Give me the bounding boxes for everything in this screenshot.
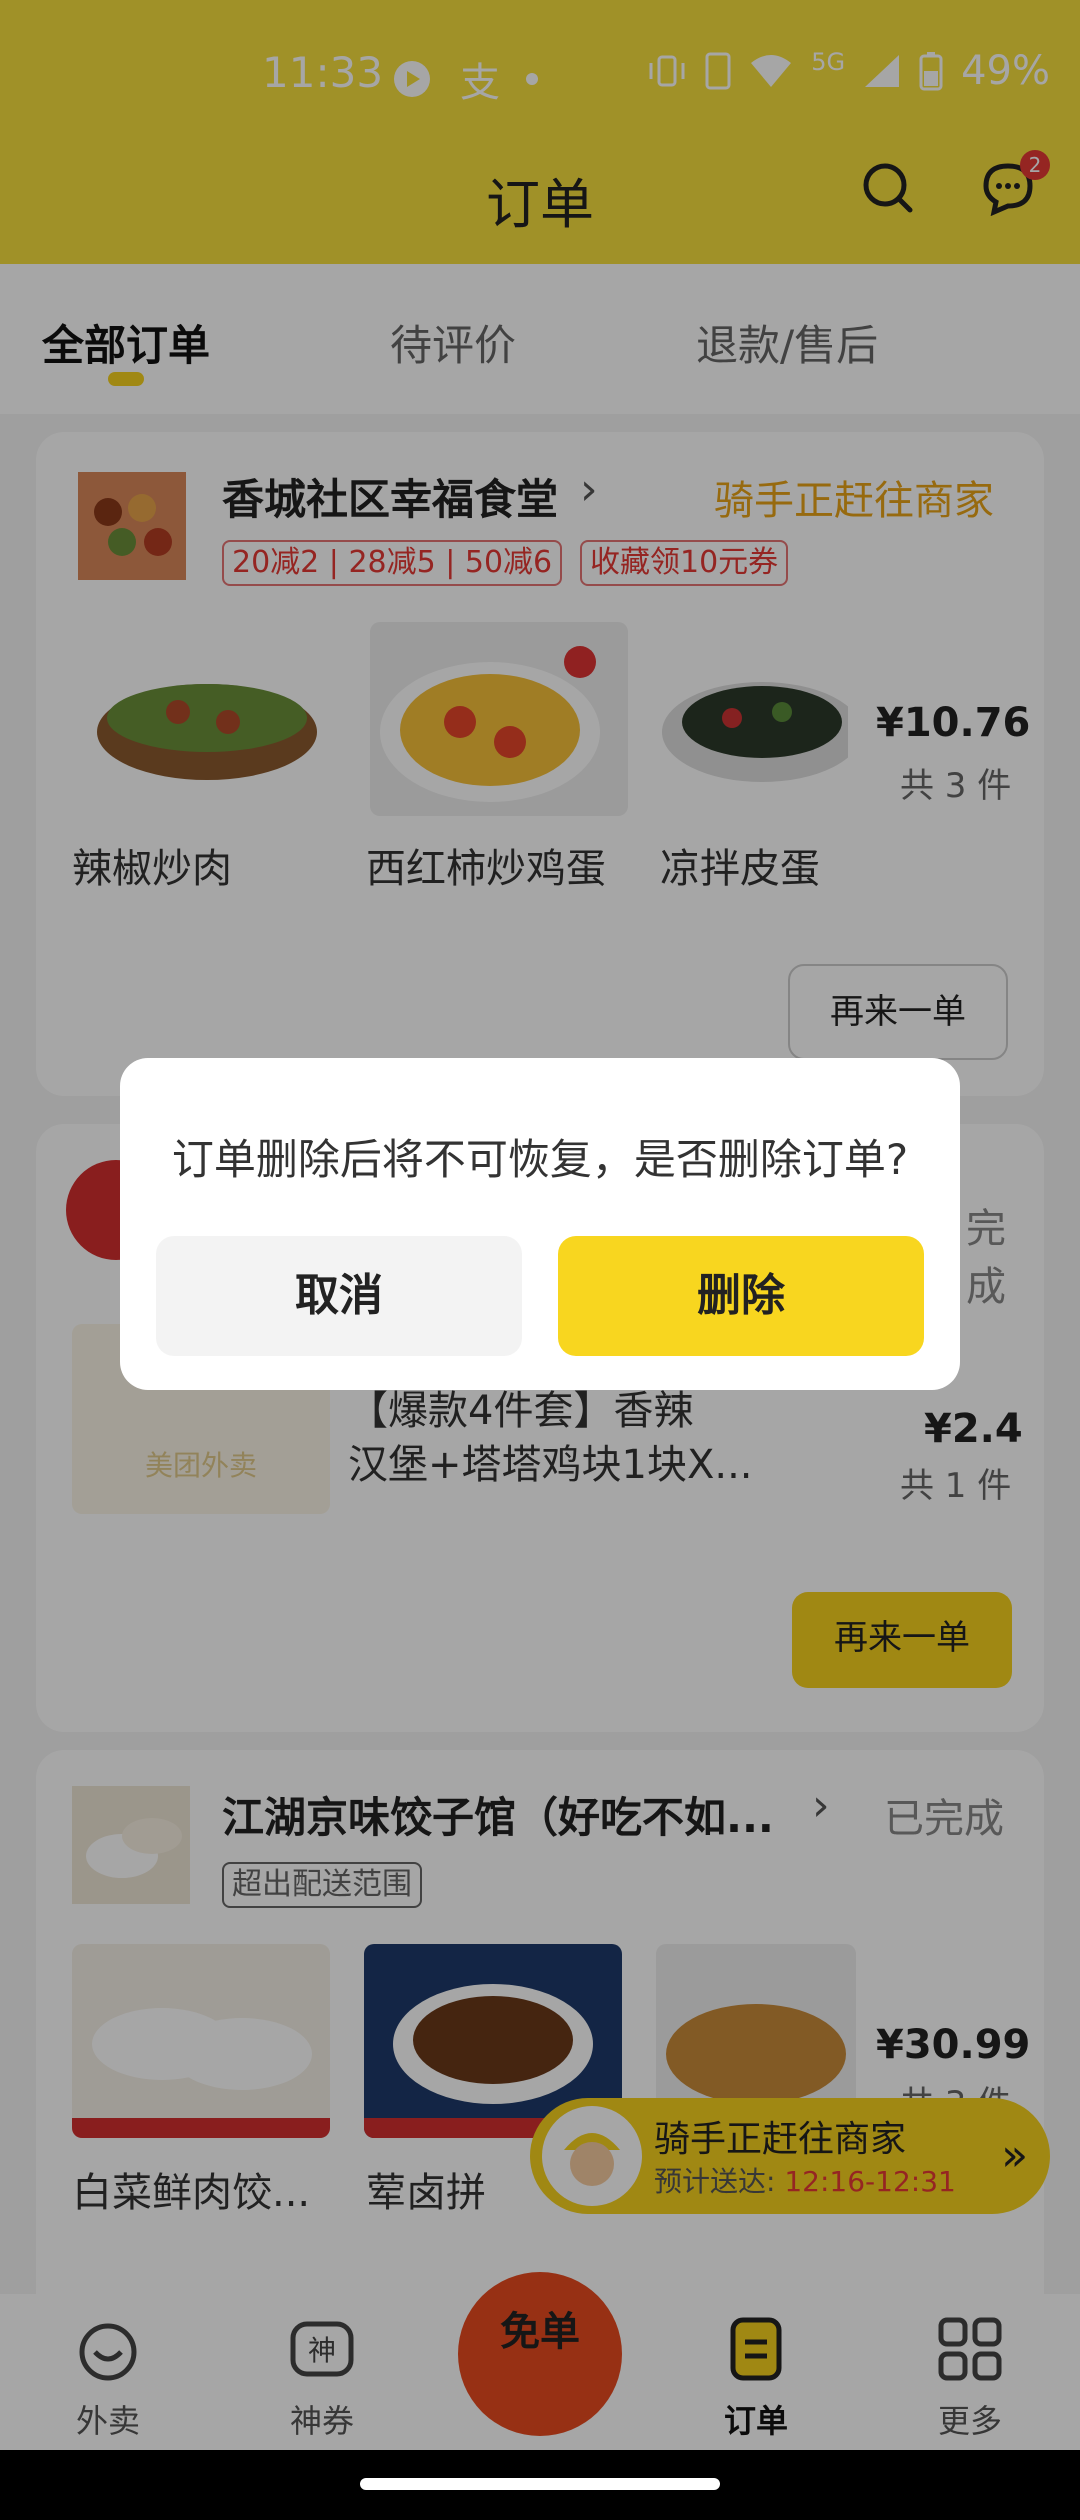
cancel-button[interactable]: 取消 (156, 1236, 522, 1356)
home-handle[interactable] (360, 2478, 720, 2490)
system-nav-bar (0, 2450, 1080, 2520)
delete-button[interactable]: 删除 (558, 1236, 924, 1356)
dialog-message: 订单删除后将不可恢复，是否删除订单? (171, 1135, 909, 1184)
delete-confirm-dialog: 订单删除后将不可恢复，是否删除订单? 取消 删除 (120, 1058, 960, 1390)
